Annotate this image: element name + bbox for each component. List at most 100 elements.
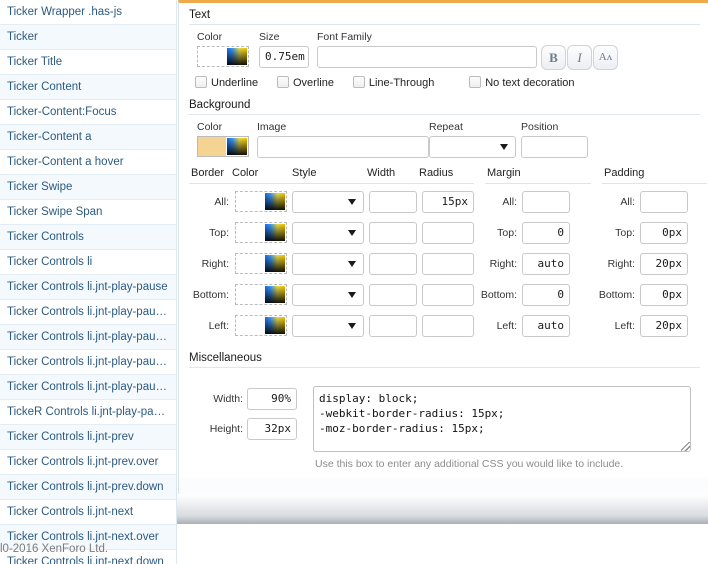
border-col-style: Style [292, 167, 317, 179]
sidebar-item[interactable]: Ticker Content [0, 75, 176, 100]
small-caps-button[interactable]: Aʌ [593, 45, 618, 70]
margin-row-label: Right: [489, 258, 517, 270]
font-family-label: Font Family [317, 31, 372, 43]
sidebar-item[interactable]: Ticker Wrapper .has-js [0, 0, 176, 25]
border-width-input[interactable] [369, 191, 417, 213]
text-size-input[interactable]: 0.75em [259, 46, 309, 68]
padding-value-input[interactable]: 0px [640, 284, 688, 306]
checkbox-box[interactable] [195, 76, 207, 88]
sidebar-item[interactable]: Ticker Controls li.jnt-next [0, 500, 176, 525]
border-color-picker[interactable] [235, 284, 287, 305]
border-style-select[interactable] [292, 284, 364, 306]
color-wheel-icon[interactable] [265, 193, 285, 210]
color-wheel-icon[interactable] [227, 48, 247, 65]
bold-button[interactable]: B [541, 45, 566, 70]
text-color-picker[interactable] [197, 46, 249, 67]
misc-section-title: Miscellaneous [189, 346, 700, 368]
sidebar-item[interactable]: Ticker Controls li.jnt-play-pause… [0, 300, 176, 325]
sidebar-item[interactable]: Ticker-Content a [0, 125, 176, 150]
sidebar-item[interactable]: Ticker Controls li.jnt-play-pause… [0, 375, 176, 400]
sidebar-item[interactable]: Ticker-Content:Focus [0, 100, 176, 125]
border-style-select[interactable] [292, 222, 364, 244]
padding-row-label: Bottom: [598, 289, 635, 301]
checkbox-box[interactable] [469, 76, 482, 88]
sidebar-item[interactable]: Ticker Controls li.jnt-prev [0, 425, 176, 450]
border-style-select[interactable] [292, 315, 364, 337]
sidebar-item[interactable]: Ticker Controls li.jnt-prev.down [0, 475, 176, 500]
border-style-select[interactable] [292, 191, 364, 213]
color-wheel-icon[interactable] [265, 317, 285, 334]
padding-row-label: Top: [615, 227, 635, 239]
border-width-input[interactable] [369, 253, 417, 275]
chevron-down-icon [348, 323, 356, 329]
color-wheel-icon[interactable] [265, 255, 285, 272]
padding-section-title: Padding [604, 167, 645, 179]
border-radius-input[interactable] [422, 315, 474, 337]
background-repeat-select[interactable] [429, 136, 516, 158]
border-col-width: Width [367, 167, 396, 179]
border-color-picker[interactable] [235, 191, 287, 212]
padding-value-input[interactable]: 0px [640, 222, 688, 244]
border-radius-input[interactable]: 15px [422, 191, 474, 213]
sidebar-item[interactable]: Ticker-Content a hover [0, 150, 176, 175]
sidebar-item[interactable]: TickeR Controls li.jnt-play-pause… [0, 400, 176, 425]
margin-value-input[interactable]: auto [522, 315, 570, 337]
border-color-swatch [236, 192, 264, 211]
background-position-input[interactable] [521, 136, 588, 158]
border-width-input[interactable] [369, 222, 417, 244]
checkbox-box[interactable] [277, 76, 289, 88]
margin-value-input[interactable]: 0 [522, 284, 570, 306]
extra-css-textarea[interactable]: display: block; -webkit-border-radius: 1… [313, 386, 691, 452]
selector-sidebar[interactable]: Ticker Wrapper .has-js Ticker Ticker Title… [0, 0, 177, 564]
background-image-label: Image [257, 121, 287, 133]
border-radius-input[interactable] [422, 253, 474, 275]
sidebar-item[interactable]: Ticker [0, 25, 176, 50]
chevron-down-icon [348, 261, 356, 267]
sidebar-item[interactable]: Ticker Controls li.jnt-play-pause [0, 275, 176, 300]
border-radius-input[interactable] [422, 284, 474, 306]
border-width-input[interactable] [369, 315, 417, 337]
checkbox-no-text-decoration[interactable]: No text decoration [469, 73, 575, 90]
italic-button[interactable]: I [567, 45, 592, 70]
border-style-select[interactable] [292, 253, 364, 275]
checkbox-underline[interactable]: Underline [195, 73, 258, 90]
checkbox-overline[interactable]: Overline [277, 73, 334, 90]
color-wheel-icon[interactable] [227, 138, 247, 155]
sidebar-item[interactable]: Ticker Controls li.jnt-play-pause… [0, 350, 176, 375]
border-radius-input[interactable] [422, 222, 474, 244]
sidebar-item[interactable]: Ticker Swipe Span [0, 200, 176, 225]
margin-row-label: All: [502, 196, 517, 208]
misc-width-input[interactable]: 90% [247, 388, 297, 410]
background-color-picker[interactable] [197, 136, 249, 157]
sidebar-item[interactable]: Ticker Controls li.jnt-play-pause… [0, 325, 176, 350]
sidebar-item[interactable]: Ticker Controls li [0, 250, 176, 275]
color-wheel-icon[interactable] [265, 224, 285, 241]
margin-value-input[interactable]: 0 [522, 222, 570, 244]
checkbox-line-through[interactable]: Line-Through [352, 73, 434, 90]
border-color-swatch [236, 223, 264, 242]
checkbox-box[interactable] [352, 76, 365, 88]
sidebar-item[interactable]: Ticker Controls li.jnt-prev.over [0, 450, 176, 475]
margin-row-label: Top: [497, 227, 517, 239]
sidebar-item[interactable]: Ticker Swipe [0, 175, 176, 200]
border-color-picker[interactable] [235, 222, 287, 243]
footer-gradient-strip [177, 494, 708, 524]
margin-value-input[interactable] [522, 191, 570, 213]
color-wheel-icon[interactable] [265, 286, 285, 303]
padding-value-input[interactable]: 20px [640, 315, 688, 337]
sidebar-item[interactable]: Ticker Title [0, 50, 176, 75]
font-family-input[interactable] [317, 46, 537, 68]
padding-value-input[interactable] [640, 191, 688, 213]
margin-value-input[interactable]: auto [522, 253, 570, 275]
misc-height-input[interactable]: 32px [247, 418, 297, 440]
background-image-input[interactable] [257, 136, 429, 158]
border-width-input[interactable] [369, 284, 417, 306]
text-size-label: Size [259, 31, 280, 43]
chevron-down-icon [500, 144, 508, 150]
sidebar-item[interactable]: Ticker Controls [0, 225, 176, 250]
checkbox-label: Overline [293, 77, 334, 89]
border-color-picker[interactable] [235, 315, 287, 336]
padding-value-input[interactable]: 20px [640, 253, 688, 275]
border-color-picker[interactable] [235, 253, 287, 274]
background-position-label: Position [521, 121, 559, 133]
